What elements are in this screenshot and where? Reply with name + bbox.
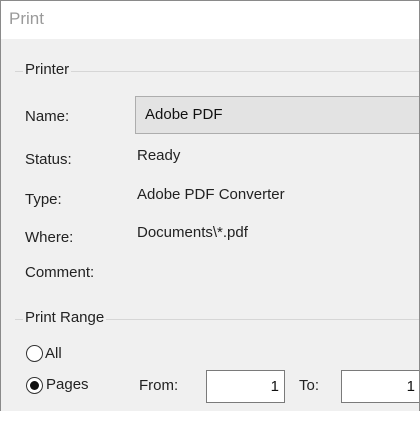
to-page-input[interactable]: 1 bbox=[341, 370, 419, 403]
from-page-input[interactable]: 1 bbox=[206, 370, 285, 403]
pages-radio-label[interactable]: Pages bbox=[46, 376, 89, 393]
from-page-value: 1 bbox=[270, 378, 279, 395]
all-radio-button[interactable] bbox=[26, 345, 43, 362]
all-radio-label[interactable]: All bbox=[45, 345, 62, 362]
print-range-group-label: Print Range bbox=[23, 309, 107, 326]
type-value: Adobe PDF Converter bbox=[137, 186, 285, 203]
pages-radio-button[interactable] bbox=[26, 377, 43, 394]
radio-dot-icon bbox=[30, 381, 39, 390]
title-bar: Print bbox=[1, 1, 419, 39]
printer-group: Printer bbox=[15, 61, 419, 78]
type-label: Type: bbox=[25, 191, 62, 208]
printer-name-value: Adobe PDF bbox=[145, 106, 223, 123]
status-value: Ready bbox=[137, 147, 181, 164]
printer-name-select[interactable]: Adobe PDF bbox=[135, 96, 419, 134]
name-label: Name: bbox=[25, 108, 70, 125]
from-label: From: bbox=[139, 377, 179, 394]
to-label: To: bbox=[299, 377, 320, 394]
status-label: Status: bbox=[25, 151, 72, 168]
where-label: Where: bbox=[25, 229, 74, 246]
print-range-group: Print Range bbox=[15, 309, 419, 326]
comment-label: Comment: bbox=[25, 264, 95, 281]
print-dialog: Print Printer Name: Adobe PDF Status: Re… bbox=[0, 0, 420, 411]
dialog-title: Print bbox=[9, 9, 44, 28]
where-value: Documents\*.pdf bbox=[137, 224, 248, 241]
to-page-value: 1 bbox=[406, 378, 415, 395]
printer-group-label: Printer bbox=[23, 61, 72, 78]
